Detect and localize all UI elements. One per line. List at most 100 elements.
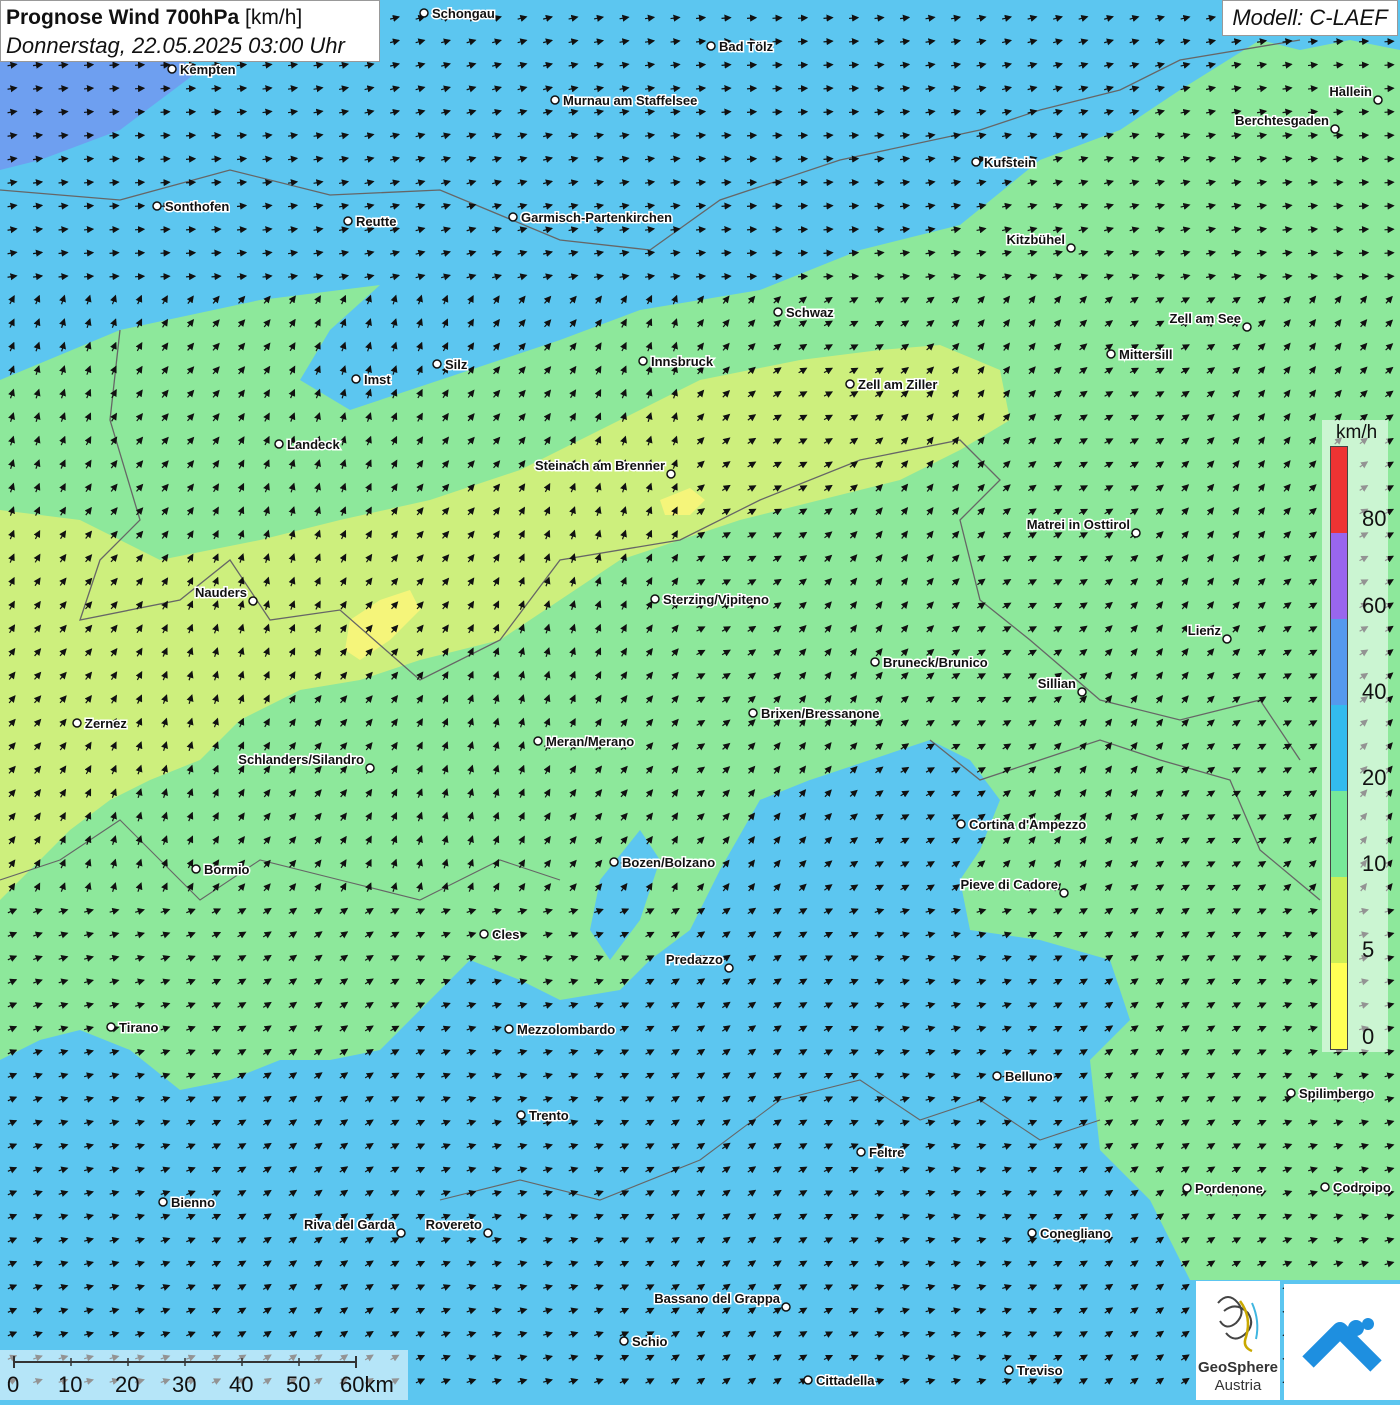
geosphere-country: Austria — [1214, 1377, 1262, 1394]
wind-arrow — [83, 132, 95, 140]
city-label: Sillian — [1038, 676, 1076, 691]
city-label: Bienno — [171, 1195, 215, 1210]
wind-arrow — [721, 132, 732, 140]
wind-arrow — [1384, 249, 1395, 257]
city-label: Berchtesgaden — [1235, 113, 1329, 128]
city-label: Pieve di Cadore — [960, 877, 1058, 892]
city-marker-icon — [191, 864, 201, 874]
scale-bar-line — [13, 1356, 357, 1368]
wind-arrow — [721, 273, 732, 281]
wind-arrow — [746, 273, 758, 281]
wind-arrow — [772, 179, 783, 187]
city-label: Rovereto — [426, 1217, 482, 1232]
wind-arrow — [746, 132, 758, 140]
wind-arrow — [721, 249, 732, 257]
scale-label: 40 — [229, 1372, 254, 1397]
wind-arrow — [848, 14, 860, 22]
wind-arrow — [848, 61, 860, 69]
wind-arrow — [211, 179, 222, 187]
wind-arrow — [823, 132, 834, 140]
wind-arrow — [721, 108, 732, 116]
city-label: Schlanders/Silandro — [238, 752, 364, 767]
geosphere-logo[interactable]: GeoSphere Austria — [1196, 1281, 1280, 1400]
city-marker-icon — [504, 1024, 514, 1034]
wind-arrow — [797, 202, 809, 210]
wind-arrow — [848, 226, 860, 234]
city-marker-icon — [508, 212, 518, 222]
wind-arrow — [848, 108, 860, 116]
legend-color-step — [1331, 533, 1347, 619]
wind-arrow — [772, 132, 783, 140]
scale-bar: 0 10 20 30 40 50 60km — [0, 1350, 408, 1400]
legend-color-step — [1331, 791, 1347, 877]
wind-arrow — [109, 202, 120, 210]
wind-map[interactable]: Schongau Bad Tölz Kempten Hallein Murnau am … — [0, 0, 1400, 1400]
city-marker-icon — [72, 718, 82, 728]
wind-arrow — [746, 85, 758, 93]
wind-arrow — [746, 202, 758, 210]
scale-label: 0 — [7, 1372, 20, 1397]
wind-arrow — [185, 273, 197, 281]
city-label: Bassano del Grappa — [654, 1291, 780, 1306]
wind-arrow — [160, 155, 171, 163]
wind-arrow — [1384, 179, 1395, 187]
city-marker-icon — [706, 41, 716, 51]
wind-arrow — [848, 155, 860, 163]
wind-arrow — [746, 179, 758, 187]
city-label: Belluno — [1005, 1069, 1053, 1084]
wind-arrow — [772, 226, 783, 234]
wind-arrow — [83, 61, 95, 69]
wind-arrow — [109, 249, 120, 257]
wind-arrow — [772, 273, 783, 281]
city-marker-icon — [167, 64, 177, 74]
city-marker-icon — [248, 596, 258, 606]
city-marker-icon — [666, 469, 676, 479]
city-marker-icon — [803, 1375, 813, 1385]
wind-arrow — [797, 85, 809, 93]
wind-arrow — [746, 14, 758, 22]
wind-arrow — [211, 132, 222, 140]
wind-arrow — [1358, 155, 1370, 163]
wind-arrow — [772, 38, 783, 46]
wind-arrow — [185, 108, 197, 116]
city-label: Kempten — [180, 62, 236, 77]
city-label: Treviso — [1017, 1363, 1063, 1378]
city-marker-icon — [748, 708, 758, 718]
city-marker-icon — [365, 763, 375, 773]
city-label: Codroipo — [1333, 1180, 1391, 1195]
color-legend: km/h 80 60 40 20 10 5 0 — [1322, 420, 1388, 1052]
app-logo[interactable] — [1284, 1284, 1400, 1400]
legend-tick: 0 — [1362, 1024, 1375, 1049]
wind-arrow — [746, 249, 758, 257]
forecast-datetime: Donnerstag, 22.05.2025 03:00 Uhr — [6, 33, 345, 58]
legend-unit: km/h — [1336, 422, 1378, 443]
wind-arrow — [160, 249, 171, 257]
wind-arrow — [83, 179, 95, 187]
city-label: Zell am See — [1169, 311, 1241, 326]
city-label: Trento — [529, 1108, 569, 1123]
model-label: Modell: C-LAEF — [1222, 0, 1398, 36]
city-marker-icon — [1330, 124, 1340, 134]
wind-arrow — [797, 14, 809, 22]
wind-arrow — [721, 226, 732, 234]
city-marker-icon — [550, 95, 560, 105]
legend-tick: 20 — [1362, 765, 1387, 790]
wind-arrow — [1358, 202, 1370, 210]
city-marker-icon — [1242, 322, 1252, 332]
city-label: Bad Tölz — [719, 39, 774, 54]
city-label: Predazzo — [666, 952, 723, 967]
wind-arrow — [83, 226, 95, 234]
wind-arrow — [1358, 108, 1370, 116]
city-marker-icon — [724, 963, 734, 973]
wind-arrow — [721, 61, 732, 69]
legend-color-step — [1331, 447, 1347, 533]
wind-arrow — [160, 108, 171, 116]
wind-arrow — [1384, 108, 1395, 116]
wind-arrow — [1358, 179, 1370, 187]
city-marker-icon — [870, 657, 880, 667]
city-label: Nauders — [195, 585, 247, 600]
city-marker-icon — [1066, 243, 1076, 253]
city-marker-icon — [1222, 634, 1232, 644]
legend-color-step — [1331, 619, 1347, 705]
city-marker-icon — [773, 307, 783, 317]
